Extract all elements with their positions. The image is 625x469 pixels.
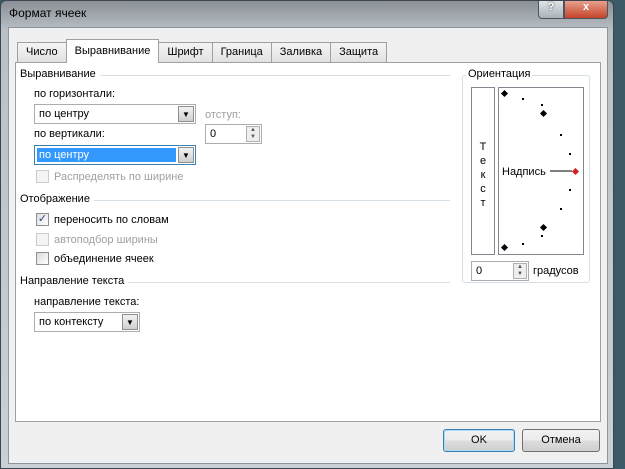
- shrink-checkbox[interactable]: [36, 233, 49, 246]
- orientation-group-label: Ориентация: [466, 68, 533, 80]
- tab-border[interactable]: Граница: [211, 42, 272, 62]
- chevron-down-icon[interactable]: ▼: [122, 314, 138, 330]
- degrees-spinner[interactable]: 0 ▲ ▼: [471, 261, 529, 281]
- wrap-checkbox[interactable]: ✓: [36, 213, 49, 226]
- wrap-label: переносить по словам: [54, 214, 169, 226]
- direction-value: по контексту: [39, 316, 104, 328]
- tab-fill[interactable]: Заливка: [270, 42, 332, 62]
- degrees-value: 0: [476, 265, 483, 277]
- spin-arrows-icon[interactable]: ▲ ▼: [246, 126, 260, 142]
- format-cells-dialog: Формат ячеек ? x Число Выравнивание Шриф…: [0, 0, 614, 469]
- shrink-label: автоподбор ширины: [54, 234, 158, 246]
- distribute-label: Распределять по ширине: [54, 171, 184, 183]
- vertical-value: по центру: [37, 148, 176, 162]
- help-button[interactable]: ?: [538, 1, 564, 19]
- spin-arrows-icon[interactable]: ▲ ▼: [513, 263, 527, 279]
- dialog-title: Формат ячеек: [9, 6, 87, 20]
- direction-label: направление текста:: [34, 296, 140, 308]
- ok-button[interactable]: OK: [443, 429, 515, 452]
- display-group-label: Отображение: [20, 193, 94, 205]
- tab-protection[interactable]: Защита: [330, 42, 388, 62]
- direction-select[interactable]: по контексту ▼: [34, 312, 140, 332]
- dialog-body: Число Выравнивание Шрифт Граница Заливка…: [8, 27, 608, 464]
- merge-checkbox[interactable]: [36, 252, 49, 265]
- chevron-down-icon[interactable]: ▼: [178, 106, 194, 122]
- horizontal-select[interactable]: по центру ▼: [34, 104, 196, 124]
- horizontal-label: по горизонтали:: [34, 88, 116, 100]
- indent-value: 0: [210, 128, 217, 140]
- tab-number[interactable]: Число: [17, 42, 67, 62]
- merge-label: объединение ячеек: [54, 253, 154, 265]
- chevron-down-icon[interactable]: ▼: [178, 147, 194, 163]
- tab-font[interactable]: Шрифт: [158, 42, 213, 62]
- vertical-text-button[interactable]: Текст: [471, 87, 495, 255]
- dial-label: Надпись: [502, 166, 546, 178]
- cancel-button[interactable]: Отмена: [522, 429, 600, 452]
- horizontal-value: по центру: [39, 108, 90, 120]
- degrees-label: градусов: [533, 265, 579, 277]
- close-button[interactable]: x: [564, 1, 608, 19]
- vertical-select[interactable]: по центру ▼: [34, 145, 196, 165]
- vertical-label: по вертикали:: [34, 128, 105, 140]
- direction-group-label: Направление текста: [20, 275, 129, 287]
- tab-strip: Число Выравнивание Шрифт Граница Заливка…: [17, 39, 388, 63]
- alignment-panel: Выравнивание по горизонтали: по центру ▼ …: [15, 62, 601, 422]
- alignment-group-label: Выравнивание: [20, 68, 100, 80]
- distribute-checkbox[interactable]: [36, 170, 49, 183]
- tab-alignment[interactable]: Выравнивание: [65, 39, 160, 63]
- indent-spinner[interactable]: 0 ▲ ▼: [205, 124, 262, 144]
- orientation-dial[interactable]: Надпись: [498, 87, 584, 255]
- indent-label: отступ:: [205, 109, 241, 121]
